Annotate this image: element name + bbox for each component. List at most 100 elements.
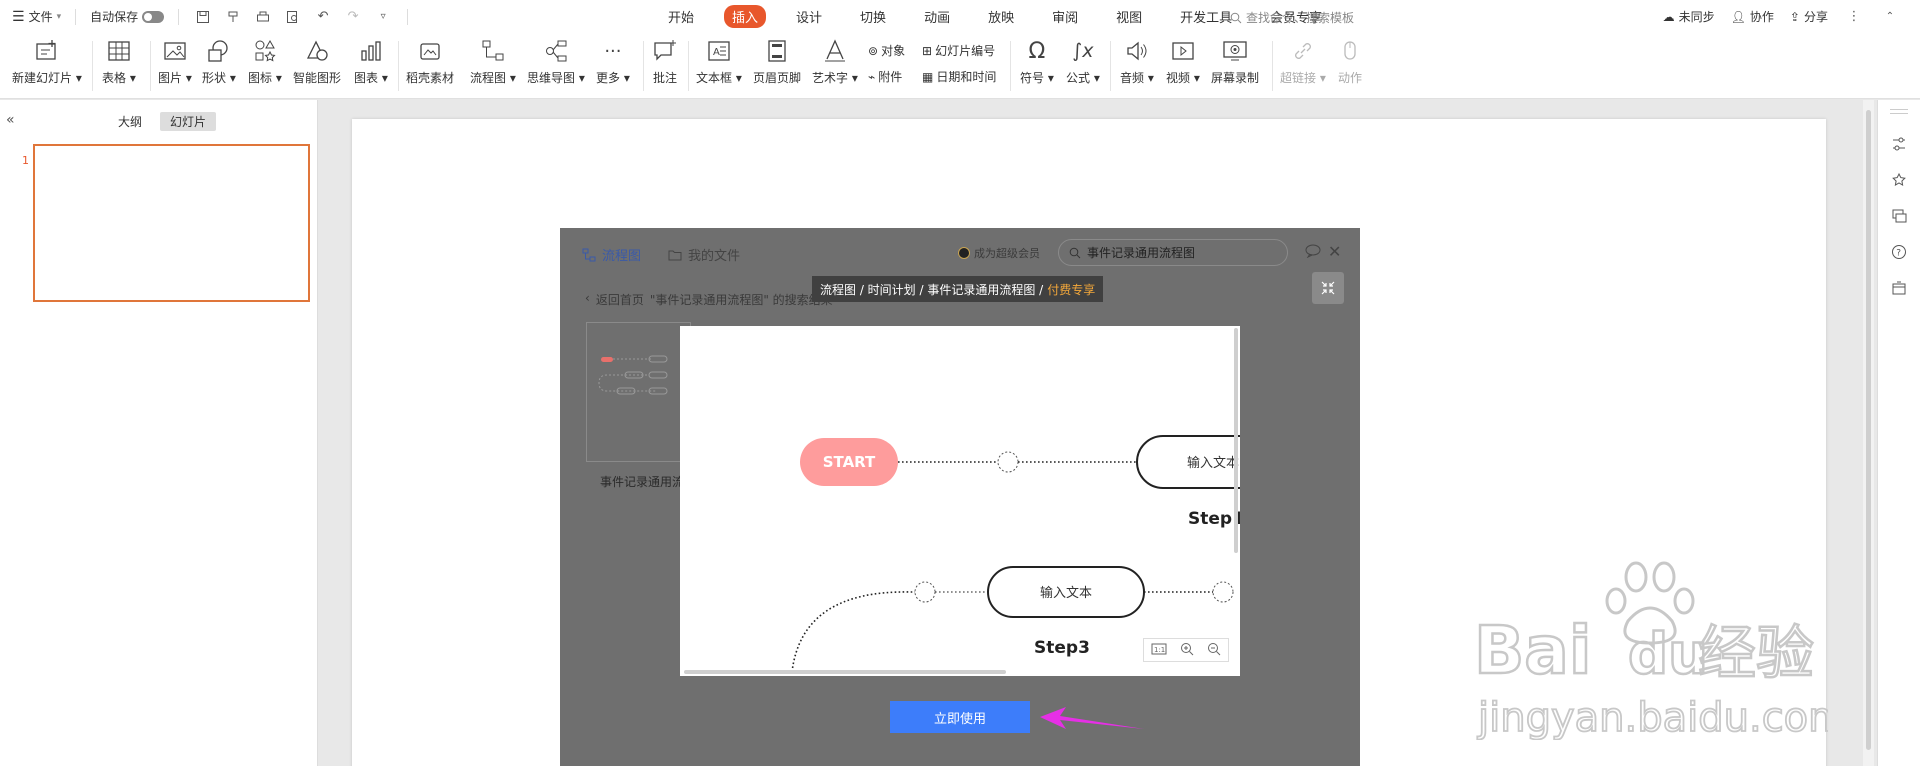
collapse-ribbon-icon[interactable]: ⌃ — [1880, 7, 1900, 27]
new-slide-button[interactable]: 新建幻灯片 ▾ — [12, 37, 82, 86]
tab-home[interactable]: 开始 — [660, 5, 702, 28]
materials-icon — [416, 37, 444, 65]
slide-number-button[interactable]: ⊞ 幻灯片编号 — [922, 42, 995, 59]
preview-vertical-scrollbar[interactable] — [1234, 328, 1238, 553]
textbox-button[interactable]: A 文本框 ▾ — [696, 37, 742, 86]
header-footer-label: 页眉页脚 — [753, 71, 802, 85]
ellipsis-icon: ··· — [604, 40, 622, 62]
collaborate-button[interactable]: 👤︎ 协作 — [1731, 8, 1774, 25]
slide-number-icon: ⊞ — [922, 43, 933, 58]
zoom-toolbar: 1:1 — [1143, 638, 1229, 662]
comment-button[interactable]: 批注 — [651, 37, 679, 86]
slide-switch-icon[interactable] — [1889, 206, 1909, 226]
flowchart-button[interactable]: 流程图 ▾ — [470, 37, 516, 86]
screen-record-button[interactable]: 屏幕录制 — [1211, 37, 1259, 86]
flowchart-icon — [582, 248, 596, 261]
chat-icon[interactable] — [1305, 244, 1321, 261]
divider — [398, 41, 399, 91]
command-search[interactable]: 查找命令、搜索模板 — [1230, 9, 1354, 26]
dialog-tab-myfiles[interactable]: 我的文件 — [668, 245, 740, 264]
formula-button[interactable]: ∫x 公式 ▾ — [1066, 37, 1100, 86]
backup-icon[interactable] — [1889, 278, 1909, 298]
smart-shape-icon — [303, 37, 331, 65]
result-title[interactable]: 事件记录通用流 — [600, 473, 684, 490]
slide-thumbnail[interactable] — [33, 144, 310, 302]
paperclip-icon: ⌁ — [868, 69, 876, 84]
attachment-button[interactable]: ⌁ 附件 — [868, 68, 902, 85]
canvas-scrollbar[interactable] — [1863, 100, 1874, 766]
header-footer-button[interactable]: 页眉页脚 — [753, 37, 801, 86]
tab-design[interactable]: 设计 — [788, 5, 830, 28]
chevron-left-icon[interactable]: ‹ — [585, 291, 590, 308]
symbol-button[interactable]: Ω 符号 ▾ — [1020, 37, 1054, 86]
print-icon[interactable] — [253, 7, 273, 27]
sync-status-button[interactable]: ☁ 未同步 — [1663, 8, 1715, 25]
date-time-button[interactable]: ▦ 日期和时间 — [922, 68, 996, 85]
chart-button[interactable]: 图表 ▾ — [354, 37, 388, 86]
paid-badge: 付费专享 — [1047, 282, 1096, 297]
divider — [688, 41, 689, 91]
more-options-icon[interactable]: ⋮ — [1844, 7, 1864, 27]
tab-view[interactable]: 视图 — [1108, 5, 1150, 28]
audio-button[interactable]: 音频 ▾ — [1120, 37, 1154, 86]
result-thumbnail[interactable] — [586, 322, 691, 462]
template-search-input[interactable]: 事件记录通用流程图 — [1058, 239, 1288, 266]
tab-transitions[interactable]: 切换 — [852, 5, 894, 28]
hyperlink-label: 超链接 — [1280, 71, 1317, 85]
collapse-panel-icon[interactable]: « — [6, 112, 15, 128]
date-time-label: 日期和时间 — [936, 70, 997, 84]
zoom-out-icon[interactable] — [1207, 642, 1221, 659]
become-vip-button[interactable]: 成为超级会员 — [958, 245, 1040, 261]
tab-review[interactable]: 审阅 — [1044, 5, 1086, 28]
tab-insert[interactable]: 插入 — [724, 5, 767, 28]
print-preview-icon[interactable] — [283, 7, 303, 27]
zoom-in-icon[interactable] — [1180, 642, 1194, 659]
template-path: 流程图 / 时间计划 / 事件记录通用流程图 / 付费专享 — [812, 276, 1104, 302]
toggle-switch[interactable] — [142, 10, 165, 23]
formula-icon: ∫x — [1072, 40, 1094, 62]
video-icon — [1169, 37, 1197, 65]
customize-quick-access-icon[interactable]: ▿ — [373, 7, 393, 27]
redo-icon[interactable]: ↷ — [343, 7, 363, 27]
format-painter-icon[interactable] — [223, 7, 243, 27]
scrollbar-thumb[interactable] — [1866, 110, 1871, 750]
tab-animations[interactable]: 动画 — [916, 5, 958, 28]
object-button[interactable]: ⊚ 对象 — [868, 42, 905, 59]
save-icon[interactable] — [193, 7, 213, 27]
more-button[interactable]: ··· 更多 ▾ — [596, 37, 630, 86]
use-now-button[interactable]: 立即使用 — [890, 701, 1030, 733]
smart-shape-button[interactable]: 智能图形 — [293, 37, 341, 86]
video-button[interactable]: 视频 ▾ — [1166, 37, 1200, 86]
tab-slides[interactable]: 幻灯片 — [160, 112, 217, 131]
wordart-button[interactable]: 艺术字 ▾ — [812, 37, 858, 86]
divider — [178, 8, 180, 25]
new-slide-icon — [33, 37, 61, 65]
autosave-toggle[interactable]: 自动保存 — [90, 8, 165, 25]
properties-icon[interactable] — [1889, 134, 1909, 154]
tab-slideshow[interactable]: 放映 — [980, 5, 1022, 28]
preview-horizontal-scrollbar[interactable] — [684, 670, 1006, 674]
template-preview[interactable]: START 输入文本 Step1 输入文本 Step3 1:1 — [680, 326, 1240, 676]
share-button[interactable]: ⇪ 分享 — [1790, 8, 1828, 25]
dialog-tab-flowchart[interactable]: 流程图 — [582, 245, 641, 264]
exit-fullscreen-button[interactable] — [1312, 272, 1344, 304]
shape-button[interactable]: 形状 ▾ — [202, 37, 236, 86]
table-button[interactable]: 表格 ▾ — [102, 37, 136, 86]
undo-icon[interactable]: ↶ — [313, 7, 333, 27]
picture-button[interactable]: 图片 ▾ — [158, 37, 192, 86]
back-home-link[interactable]: 返回首页 — [596, 291, 644, 308]
close-icon[interactable]: ✕ — [1328, 242, 1341, 261]
actual-size-icon[interactable]: 1:1 — [1151, 643, 1167, 658]
hyperlink-button[interactable]: 超链接 ▾ — [1280, 37, 1326, 86]
slide-number-label: 幻灯片编号 — [935, 44, 996, 58]
vip-icon — [958, 247, 970, 259]
action-button[interactable]: 动作 — [1336, 37, 1364, 86]
mindmap-button[interactable]: 思维导图 ▾ — [527, 37, 585, 86]
materials-button[interactable]: 稻壳素材 — [406, 37, 454, 86]
file-menu[interactable]: ☰ 文件 ▾ — [12, 8, 61, 25]
help-icon[interactable]: ? — [1889, 242, 1909, 262]
animation-icon[interactable] — [1889, 170, 1909, 190]
tab-outline[interactable]: 大纲 — [108, 112, 152, 131]
icon-library-button[interactable]: 图标 ▾ — [248, 37, 282, 86]
sync-label: 未同步 — [1678, 10, 1715, 24]
